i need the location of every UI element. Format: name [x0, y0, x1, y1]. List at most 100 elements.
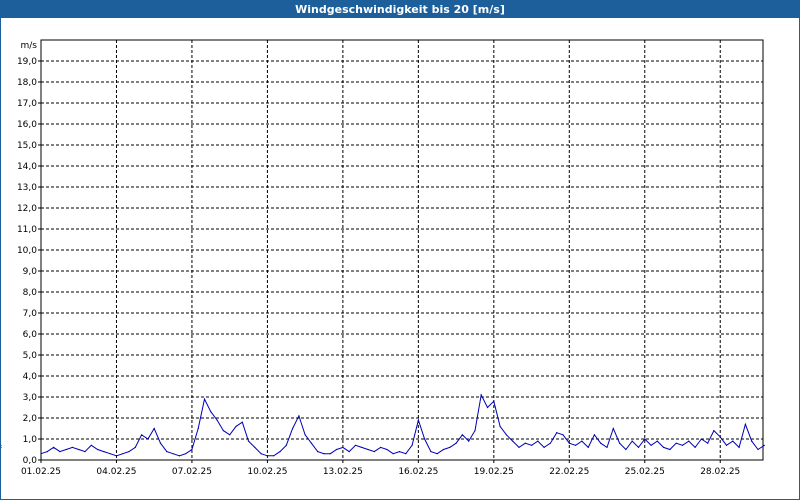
y-tick-label: 12,0 — [17, 204, 37, 214]
y-tick-label: 7,0 — [23, 309, 38, 319]
y-tick-label: 5,0 — [23, 351, 38, 361]
data-point — [631, 440, 633, 442]
y-tick-label: 18,0 — [17, 78, 37, 88]
data-point — [707, 442, 709, 444]
data-point — [625, 448, 627, 451]
data-point — [304, 434, 306, 436]
y-axis-label: m/s — [21, 41, 38, 51]
data-point — [493, 400, 495, 402]
data-point — [474, 430, 476, 432]
data-point — [216, 419, 218, 421]
x-tick-label: 10.02.25 — [247, 467, 287, 477]
data-point — [59, 451, 61, 453]
data-point — [273, 455, 275, 457]
data-point — [40, 453, 42, 455]
data-point — [84, 451, 86, 453]
y-tick-label: 15,0 — [17, 141, 37, 151]
data-point — [556, 432, 558, 434]
window-title: Windgeschwindigkeit bis 20 [m/s] — [295, 2, 505, 16]
data-point — [71, 446, 73, 448]
data-point — [405, 453, 407, 455]
y-tick-label: 13,0 — [17, 183, 37, 193]
data-point — [342, 446, 344, 448]
data-point — [247, 440, 250, 442]
data-point — [203, 398, 206, 400]
data-point — [348, 451, 350, 453]
data-point — [254, 446, 256, 448]
data-point — [694, 446, 696, 448]
data-point — [317, 451, 319, 453]
data-point — [675, 442, 677, 444]
data-point — [185, 453, 187, 455]
data-point — [285, 444, 287, 446]
data-point — [235, 425, 237, 427]
data-point — [757, 448, 759, 451]
data-point — [612, 427, 614, 430]
data-point — [411, 444, 413, 446]
wind-speed-series-line — [40, 393, 765, 457]
data-point — [593, 434, 596, 436]
data-point — [386, 448, 388, 451]
data-point — [531, 444, 533, 446]
data-point — [65, 448, 67, 451]
x-tick-label: 28.02.25 — [700, 467, 740, 477]
data-point — [499, 425, 501, 427]
y-tick-label: 8,0 — [23, 288, 38, 298]
x-tick-label: 25.02.25 — [625, 467, 665, 477]
data-point — [600, 442, 602, 444]
data-point — [644, 438, 646, 440]
data-point — [688, 440, 690, 442]
x-tick-label: 04.02.25 — [96, 467, 136, 477]
data-point — [166, 451, 168, 453]
data-point — [524, 442, 526, 444]
data-point — [153, 427, 155, 430]
chart-window: Windgeschwindigkeit bis 20 [m/s] 0,0 1,0 2… — [0, 0, 800, 500]
data-point — [455, 442, 457, 444]
data-point — [562, 434, 564, 436]
y-tick-label: 10,0 — [17, 246, 37, 256]
data-point — [147, 438, 149, 440]
data-point — [128, 451, 130, 453]
data-point — [669, 448, 671, 451]
data-point — [587, 446, 589, 448]
data-point — [361, 446, 363, 448]
data-point — [656, 440, 658, 442]
data-point — [549, 442, 552, 444]
data-point — [650, 444, 652, 446]
data-point — [763, 444, 765, 446]
data-point — [336, 448, 338, 451]
data-point — [568, 442, 570, 444]
y-tick-label: 3,0 — [23, 393, 38, 403]
y-tick-label: 9,0 — [23, 267, 38, 277]
data-point — [323, 453, 325, 455]
data-point — [663, 446, 665, 448]
data-point — [159, 442, 162, 444]
y-tick-label: 17,0 — [17, 99, 37, 109]
x-tick-label: 07.02.25 — [172, 467, 212, 477]
y-tick-label: 6,0 — [23, 330, 38, 340]
data-point — [367, 448, 369, 451]
data-point — [719, 436, 721, 438]
data-point — [90, 444, 92, 446]
data-point — [292, 427, 294, 430]
data-point — [298, 415, 300, 417]
wind-speed-chart: 0,0 1,0 2,0 3,0 4,0 5,0 6,0 7,0 8,0 9,0 10,0 11,0 12… — [1, 39, 765, 477]
data-point — [141, 434, 143, 436]
y-tick-label: 4,0 — [23, 372, 38, 382]
data-point — [681, 444, 684, 446]
data-point — [744, 423, 747, 425]
data-point — [468, 440, 470, 442]
y-tick-label: 14,0 — [17, 162, 37, 172]
data-point — [700, 438, 703, 440]
data-point — [713, 430, 715, 432]
data-point — [543, 446, 545, 448]
data-point — [1, 446, 2, 448]
data-point — [751, 440, 753, 442]
data-point — [46, 451, 48, 453]
x-tick-label: 13.02.25 — [323, 467, 363, 477]
y-tick-label: 0,0 — [23, 456, 38, 466]
data-point — [430, 451, 432, 453]
data-point — [424, 438, 426, 440]
data-point — [732, 440, 734, 442]
y-tick-label: 1,0 — [23, 435, 38, 445]
